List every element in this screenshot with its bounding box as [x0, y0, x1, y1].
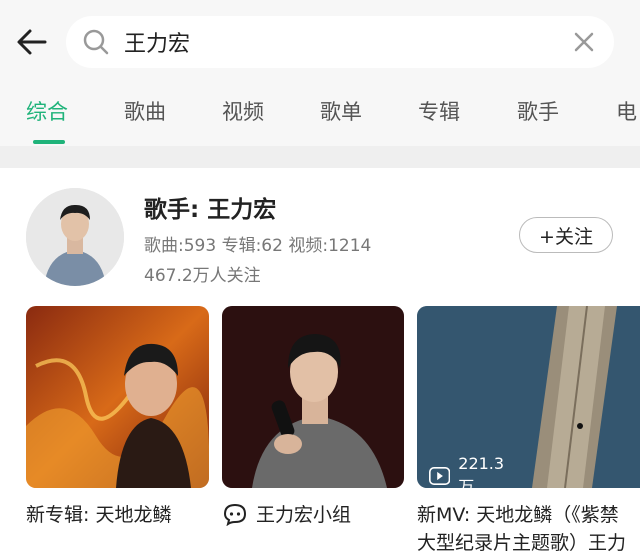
album-title: 新专辑: 天地龙鳞	[26, 504, 172, 526]
mv-title-line1: 新MV: 天地龙鳞（《紫禁	[417, 504, 619, 526]
clear-icon[interactable]	[572, 30, 596, 54]
play-count: 221.3万	[429, 454, 509, 497]
tab-videos[interactable]: 视频	[222, 96, 264, 126]
follow-button[interactable]: +关注	[519, 217, 613, 253]
play-icon	[429, 466, 451, 485]
group-cover	[222, 306, 404, 488]
play-count-value: 221.3万	[458, 454, 505, 496]
tab-playlists[interactable]: 歌单	[320, 96, 362, 126]
group-icon	[223, 503, 247, 526]
section-divider	[0, 146, 640, 168]
tab-radio[interactable]: 电	[616, 96, 637, 126]
search-input[interactable]	[124, 24, 544, 60]
artist-followers: 467.2万人关注	[144, 266, 261, 286]
tab-artists[interactable]: 歌手	[517, 96, 559, 126]
top-bar	[0, 0, 640, 84]
tab-albums[interactable]: 专辑	[418, 96, 460, 126]
artist-avatar[interactable]	[26, 188, 124, 286]
search-box[interactable]	[66, 16, 614, 68]
group-name: 王力宏小组	[256, 504, 352, 526]
back-arrow-icon	[17, 29, 47, 55]
group-caption: 王力宏小组	[222, 500, 351, 527]
tab-overview[interactable]: 综合	[26, 96, 68, 126]
mv-title-line2: 大型纪录片主题歌）王力	[417, 532, 627, 554]
artist-photo	[26, 188, 124, 286]
tab-songs[interactable]: 歌曲	[124, 96, 166, 126]
artist-stats: 歌曲:593 专辑:62 视频:1214	[144, 236, 372, 256]
active-tab-indicator	[33, 140, 65, 144]
artist-name[interactable]: 歌手: 王力宏	[144, 190, 276, 224]
tab-bar: 综合 歌曲 视频 歌单 专辑 歌手 电	[0, 84, 640, 146]
album-cover	[26, 306, 209, 488]
search-icon	[83, 29, 109, 55]
back-button[interactable]	[12, 22, 52, 62]
results-panel: 歌手: 王力宏 歌曲:593 专辑:62 视频:1214 467.2万人关注 +…	[0, 168, 640, 558]
